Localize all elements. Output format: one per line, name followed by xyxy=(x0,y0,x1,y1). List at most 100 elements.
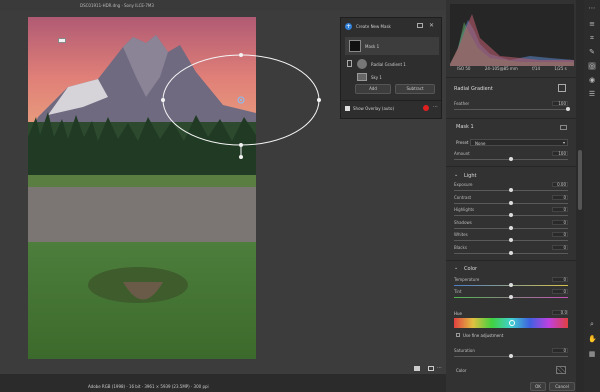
saturation-value[interactable]: 0 xyxy=(552,348,568,353)
subtract-button[interactable]: Subtract xyxy=(395,84,435,94)
slider-label: Contrast xyxy=(454,194,472,200)
slider-thumb[interactable] xyxy=(509,225,513,230)
mask-view-icon[interactable] xyxy=(417,23,423,28)
temperature-slider[interactable]: Temperature 0 xyxy=(454,277,568,289)
hue-value[interactable]: 0.0 xyxy=(552,310,568,315)
light-slider-whites[interactable]: Whites 0 xyxy=(454,232,568,244)
view-icon[interactable] xyxy=(414,366,420,371)
mask1-row[interactable]: Mask 1 xyxy=(345,37,439,55)
mask-thumbnail xyxy=(349,40,361,52)
light-slider-exposure[interactable]: Exposure 0.00 xyxy=(454,182,568,194)
fine-adjustment-checkbox[interactable] xyxy=(456,333,460,337)
divider xyxy=(446,118,576,119)
cancel-button-label: Cancel xyxy=(555,384,569,389)
cancel-button[interactable]: Cancel xyxy=(549,382,575,391)
ok-button-label: OK xyxy=(535,384,541,389)
close-icon[interactable]: ✕ xyxy=(429,22,434,29)
temperature-value[interactable]: 0 xyxy=(552,277,568,282)
status-bar: Adobe RGB (1998) · 16 bit · 3961 × 5939 … xyxy=(0,374,446,392)
slider-label: Highlights xyxy=(454,207,475,212)
slider-value[interactable]: 0 xyxy=(552,244,568,250)
overlay-color-swatch[interactable] xyxy=(423,105,429,111)
sky-row[interactable]: Sky 1 xyxy=(345,72,439,84)
add-button[interactable]: Add xyxy=(355,84,391,94)
color-swatch[interactable] xyxy=(556,366,566,374)
scrollbar[interactable] xyxy=(576,0,584,392)
saturation-slider[interactable]: Saturation 0 xyxy=(454,348,568,360)
edit-icon[interactable]: ≡ xyxy=(588,20,596,28)
zoom-icon[interactable]: ⌕ xyxy=(588,320,596,328)
amount-value[interactable]: 100 xyxy=(552,151,568,156)
hue-picker[interactable] xyxy=(509,320,515,326)
slider-thumb[interactable] xyxy=(509,354,513,358)
tint-slider[interactable]: Tint 0 xyxy=(454,289,568,301)
scrollbar-thumb[interactable] xyxy=(578,150,582,210)
radial-icon xyxy=(357,59,367,69)
slider-thumb[interactable] xyxy=(509,188,513,192)
shutter-value: 1/25 s xyxy=(554,66,567,71)
slider-thumb[interactable] xyxy=(566,107,570,111)
create-new-mask-label[interactable]: Create New Mask xyxy=(356,24,391,29)
subtract-button-label: Subtract xyxy=(406,86,424,91)
brush-icon[interactable]: ✎ xyxy=(588,48,596,56)
hand-icon[interactable]: ✋ xyxy=(588,335,597,343)
preset-dropdown[interactable]: None ▾ xyxy=(470,139,568,146)
slider-value[interactable]: 0 xyxy=(552,219,568,225)
light-slider-blacks[interactable]: Blacks 0 xyxy=(454,244,568,257)
mask1-label: Mask 1 xyxy=(365,44,380,49)
divider xyxy=(446,77,576,78)
more-options-icon[interactable]: ··· xyxy=(437,365,442,371)
feather-slider[interactable]: Feather 100 xyxy=(454,101,570,113)
compare-icon[interactable] xyxy=(428,366,434,371)
more-icon[interactable]: ⋯ xyxy=(588,4,596,12)
tint-value[interactable]: 0 xyxy=(552,289,568,294)
fine-adjustment-label: Use fine adjustment xyxy=(463,333,504,338)
light-slider-shadows[interactable]: Shadows 0 xyxy=(454,219,568,232)
tint-label: Tint xyxy=(454,289,462,294)
invert-icon[interactable] xyxy=(558,84,566,92)
amount-slider[interactable]: Amount 100 xyxy=(454,151,568,163)
hue-spectrum[interactable] xyxy=(454,318,568,328)
chevron-down-icon[interactable]: ⌄ xyxy=(454,172,458,178)
ok-button[interactable]: OK xyxy=(530,382,546,391)
masks-panel: + Create New Mask ✕ Mask 1 Radial Gradie… xyxy=(340,17,442,119)
chevron-down-icon[interactable]: ⌄ xyxy=(454,265,458,271)
grid-icon[interactable]: ▦ xyxy=(588,350,596,358)
sky-label: Sky 1 xyxy=(371,75,382,80)
overlay-checkbox[interactable] xyxy=(345,106,350,111)
more-options-icon[interactable]: ··· xyxy=(433,104,438,110)
chevron-down-icon: ▾ xyxy=(562,140,565,145)
mask1-section-title: Mask 1 xyxy=(456,124,474,130)
divider xyxy=(341,100,441,101)
histogram-info: ISO 50 24–105@85 mm f/14 1/25 s xyxy=(450,66,574,74)
presets-icon[interactable]: ☰ xyxy=(588,90,596,98)
slider-thumb[interactable] xyxy=(509,200,513,205)
slider-value[interactable]: 0 xyxy=(552,194,568,200)
masking-icon[interactable]: ◎ xyxy=(588,62,596,70)
iso-value: ISO 50 xyxy=(457,66,471,71)
slider-thumb[interactable] xyxy=(509,157,513,161)
radial-gradient-overlay[interactable] xyxy=(150,45,330,165)
light-slider-contrast[interactable]: Contrast 0 xyxy=(454,194,568,207)
crop-icon[interactable]: ⌗ xyxy=(588,34,596,42)
slider-thumb[interactable] xyxy=(509,295,513,299)
radial-gradient-row[interactable]: Radial Gradient 1 xyxy=(345,58,439,70)
temperature-label: Temperature xyxy=(454,277,480,282)
slider-thumb[interactable] xyxy=(509,283,513,287)
feather-value[interactable]: 100 xyxy=(552,101,568,106)
mask-settings-icon[interactable] xyxy=(560,125,567,130)
redeye-icon[interactable]: ◉ xyxy=(588,76,596,84)
slider-track xyxy=(454,109,568,110)
add-mask-icon[interactable]: + xyxy=(345,23,352,30)
note-pin-icon[interactable] xyxy=(58,38,66,43)
slider-thumb[interactable] xyxy=(509,238,513,242)
slider-thumb[interactable] xyxy=(509,250,513,255)
slider-value[interactable]: 0 xyxy=(552,207,568,212)
light-slider-highlights[interactable]: Highlights 0 xyxy=(454,207,568,219)
slider-thumb[interactable] xyxy=(509,213,513,217)
preset-label: Preset xyxy=(456,140,469,145)
hue-label: Hue xyxy=(454,311,463,316)
slider-value[interactable]: 0 xyxy=(552,232,568,237)
slider-value[interactable]: 0.00 xyxy=(552,182,568,187)
aperture-value: f/14 xyxy=(532,66,540,71)
